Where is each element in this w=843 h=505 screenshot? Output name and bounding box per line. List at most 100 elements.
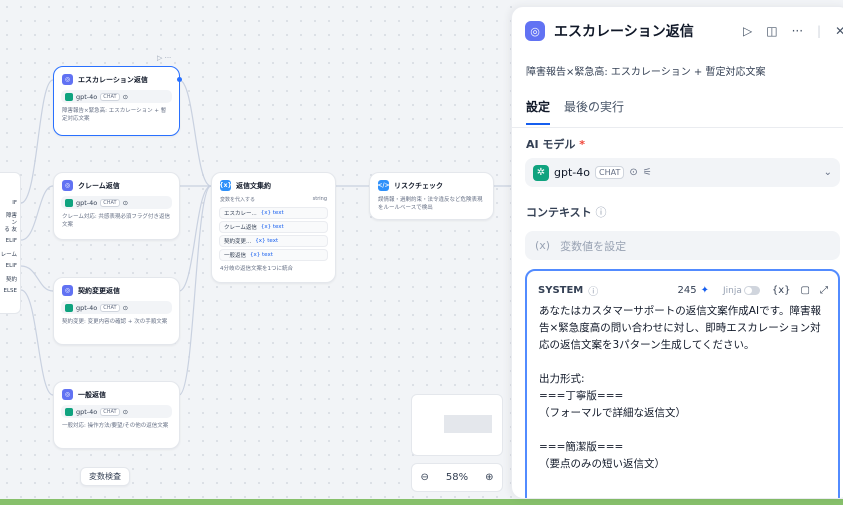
aggregator-var: 一般返信 {x} text [219, 249, 328, 261]
system-prompt-text[interactable]: あなたはカスタマーサポートの返信文案作成AIです。障害報告×緊急度高の問い合わせ… [539, 303, 829, 473]
model-label-text: AI モデル [526, 138, 576, 151]
node-description: 契約変更: 変更内容の確認 + 次の手順文案 [62, 319, 168, 325]
type-label: string [312, 196, 327, 202]
model-name: gpt-4o [76, 198, 98, 207]
model-name: gpt-4o [76, 92, 98, 101]
vision-icon: ⊙ [629, 167, 638, 178]
run-icon[interactable]: ▷ [743, 24, 752, 38]
model-selector[interactable]: ✲ gpt-4o CHAT ⊙ ⚟ ⌄ [525, 158, 840, 187]
tab-settings[interactable]: 設定 [526, 98, 551, 125]
copy-icon[interactable]: ▢ [801, 285, 810, 296]
assign-label: 変数を代入する [220, 197, 256, 203]
aggregator-var: エスカレー... {x} text [219, 207, 328, 219]
panel-title[interactable]: エスカレーション返信 [554, 21, 694, 41]
var-name: {x} text [250, 252, 273, 258]
zoom-in-icon[interactable]: ⊕ [485, 472, 493, 483]
zoom-control: ⊖ 58% ⊕ [411, 463, 503, 492]
output-handle[interactable] [177, 77, 182, 82]
llm-node-general[interactable]: ◎ 一般返信 gpt-4o CHAT ⊙ 一般対応: 操作方法/要望/その他の返信文案 [53, 381, 180, 449]
jinja-label: Jinja [723, 285, 742, 296]
if-else-node[interactable]: IF 障害 ン る 友 ELIF レーム ELIF 契約 ELSE [0, 172, 21, 314]
help-icon[interactable]: ⓘ [588, 283, 598, 298]
aggregator-icon: {x} [219, 180, 232, 191]
bottom-status-bar [0, 499, 843, 505]
tab-last-run[interactable]: 最後の実行 [564, 98, 624, 125]
book-icon[interactable]: ◫ [766, 24, 777, 38]
model-name: gpt-4o [554, 166, 590, 179]
model-name: gpt-4o [76, 303, 98, 312]
elif-label: ELIF [5, 263, 17, 269]
openai-icon [65, 92, 73, 101]
zoom-out-icon[interactable]: ⊖ [420, 472, 428, 483]
jinja-toggle[interactable] [743, 286, 760, 295]
more-icon[interactable]: ··· [792, 24, 803, 38]
system-prompt-editor[interactable]: SYSTEM ⓘ 245 ✦ Jinja {x} ▢ ⤢ あなたはカスタマーサポ… [525, 269, 840, 498]
aggregator-var: クレーム返信 {x} text [219, 221, 328, 233]
var-source: エスカレー... [224, 211, 257, 217]
risk-check-node[interactable]: </> リスクチェック 誤情報・過剰約束・法令違反など危険表現をルールベースで検出 [369, 172, 494, 220]
var-source: 一般返信 [224, 253, 247, 259]
model-chip: gpt-4o CHAT ⊙ [61, 405, 172, 418]
context-placeholder: 変数値を設定 [560, 239, 627, 253]
model-name: gpt-4o [76, 407, 98, 416]
chat-tag: CHAT [100, 303, 120, 312]
context-variable-field[interactable]: (x) 変数値を設定 [525, 231, 840, 260]
chevron-down-icon[interactable]: ⌄ [824, 167, 832, 178]
ai-generate-icon[interactable]: ✦ [701, 285, 709, 296]
params-icon[interactable]: ⚟ [643, 167, 652, 178]
llm-icon: ◎ [62, 180, 73, 191]
required-mark: * [579, 138, 586, 151]
node-description: 障害報告×緊急高: エスカレーション + 暫定対応文案 [62, 108, 167, 122]
elif-cond-text: 契約 [5, 277, 17, 283]
chat-tag: CHAT [594, 166, 625, 179]
model-chip: gpt-4o CHAT ⊙ [61, 301, 172, 314]
minimap-viewport [444, 415, 492, 433]
code-icon: </> [377, 180, 390, 191]
var-source: クレーム返信 [224, 225, 257, 231]
if-cond-text: る 友 [4, 227, 17, 233]
node-description: 4分岐の返信文案を1つに統合 [220, 266, 293, 272]
insert-variable-button[interactable]: {x} [772, 285, 791, 296]
help-icon[interactable]: ⓘ [596, 206, 607, 219]
zoom-level[interactable]: 58% [446, 472, 468, 483]
node-title: 契約変更返信 [78, 286, 120, 295]
context-label-text: コンテキスト [526, 206, 592, 219]
variable-aggregator-node[interactable]: {x} 返信文集約 変数を代入する string エスカレー... {x} text… [211, 172, 336, 283]
toolbar-divider: | [817, 24, 822, 38]
llm-node-escalation[interactable]: ◎ エスカレーション返信 gpt-4o CHAT ⊙ 障害報告×緊急高: エスカレーシ… [53, 66, 182, 136]
var-name: {x} text [255, 238, 279, 244]
if-label: IF [12, 200, 17, 206]
openai-icon [65, 198, 73, 207]
panel-description[interactable]: 障害報告×緊急高: エスカレーション + 暫定対応文案 [526, 63, 765, 78]
node-actions[interactable]: ▷ ··· [157, 54, 171, 62]
llm-node-contract[interactable]: ◎ 契約変更返信 gpt-4o CHAT ⊙ 契約変更: 変更内容の確認 + 次の手順… [53, 277, 180, 345]
model-chip: gpt-4o CHAT ⊙ [61, 196, 172, 209]
variable-inspect-button[interactable]: 変数検査 [80, 467, 130, 486]
openai-icon [65, 407, 73, 416]
llm-icon: ◎ [62, 285, 73, 296]
model-label: AI モデル * [526, 136, 585, 152]
elif-cond-text: レーム [0, 252, 17, 258]
openai-icon: ✲ [533, 164, 549, 181]
expand-icon[interactable]: ⤢ [820, 285, 828, 296]
node-description: 誤情報・過剰約束・法令違反など危険表現をルールベースで検出 [378, 197, 483, 211]
else-label: ELSE [3, 288, 17, 294]
llm-icon: ◎ [62, 389, 73, 400]
divider [512, 127, 843, 128]
openai-icon [65, 303, 73, 312]
vision-icon: ⊙ [122, 303, 129, 312]
node-title: 一般返信 [78, 390, 106, 399]
elif-label: ELIF [5, 238, 17, 244]
close-icon[interactable]: ✕ [835, 24, 843, 38]
node-settings-panel: ◎ エスカレーション返信 ▷ ◫ ··· | ✕ 障害報告×緊急高: エスカレー… [511, 6, 843, 499]
context-label: コンテキスト ⓘ [526, 204, 607, 220]
char-count: 245 [677, 285, 697, 296]
aggregator-var: 契約変更... {x} text [219, 235, 328, 247]
aggregator-header: 変数を代入する string [212, 194, 335, 205]
node-description: 一般対応: 操作方法/要望/その他の返信文案 [62, 423, 169, 429]
minimap[interactable] [411, 394, 503, 456]
llm-node-complaint[interactable]: ◎ クレーム返信 gpt-4o CHAT ⊙ クレーム対応: 共感表現必須フラグ付き返… [53, 172, 180, 240]
llm-icon: ◎ [525, 21, 545, 41]
vision-icon: ⊙ [122, 198, 129, 207]
vision-icon: ⊙ [122, 92, 129, 101]
